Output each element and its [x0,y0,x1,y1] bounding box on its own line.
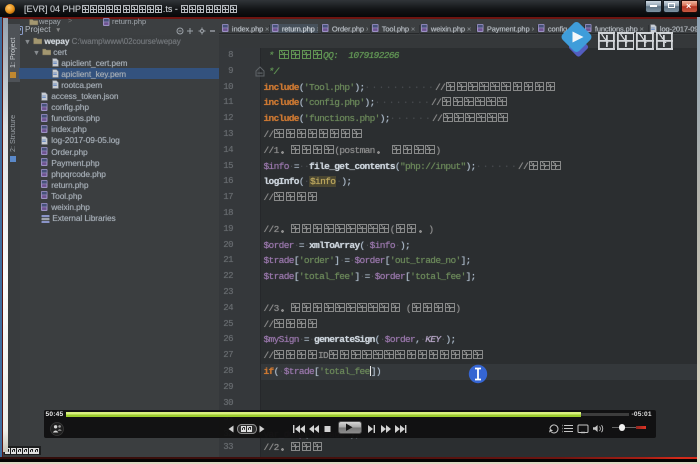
svg-text:1: Project: 1: Project [8,38,17,68]
svg-text:2: Structure: 2: Structure [8,115,17,152]
